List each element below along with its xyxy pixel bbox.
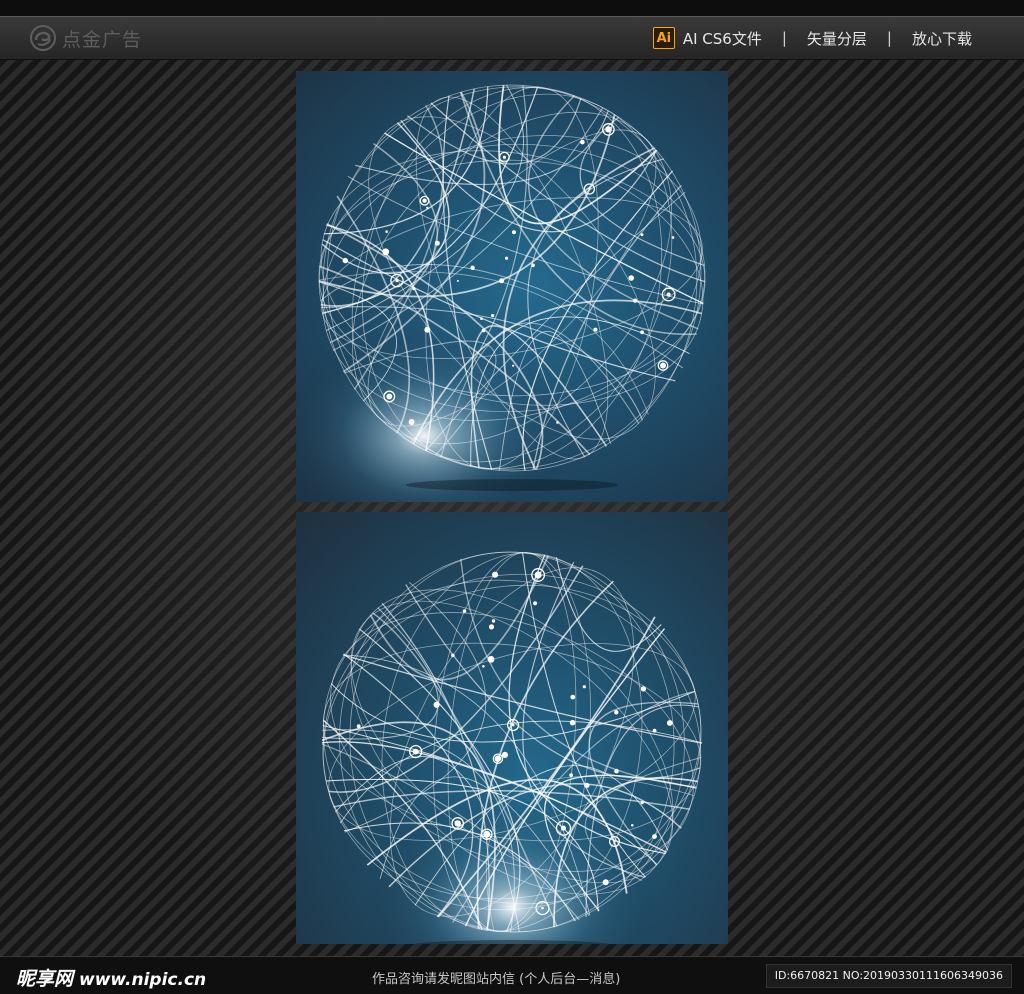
network-node (342, 257, 348, 264)
network-node (491, 314, 495, 318)
network-node (569, 719, 576, 726)
network-node (531, 263, 535, 268)
network-node (605, 126, 612, 133)
network-node (480, 317, 483, 320)
network-node (422, 198, 427, 203)
network-node (412, 748, 419, 755)
network-node (561, 825, 566, 831)
network-node (412, 287, 416, 291)
network-node (488, 624, 495, 630)
network-node (424, 326, 431, 333)
network-node (511, 723, 515, 727)
header-bar: 点金广告 Ai AI CS6文件 | 矢量分层 | 放心下载 (0, 16, 1024, 60)
network-node (534, 571, 542, 579)
feature-layers-label: 矢量分层 (806, 29, 867, 48)
preview-image-sphere-1 (296, 71, 728, 502)
network-node (633, 298, 638, 303)
network-node (487, 655, 495, 663)
network-node (640, 330, 644, 335)
logo-swirl-icon (30, 25, 56, 51)
site-brand: 昵享网 (16, 968, 74, 990)
network-node (382, 248, 390, 256)
network-node (628, 275, 634, 281)
network-line (407, 97, 582, 165)
network-node (456, 279, 459, 282)
network-node (408, 419, 415, 425)
network-node (454, 820, 461, 827)
file-info: Ai AI CS6文件 | 矢量分层 | 放心下载 (652, 25, 972, 51)
network-node (614, 768, 619, 774)
network-line (328, 565, 584, 793)
network-node (666, 720, 673, 726)
top-strip (0, 0, 1024, 16)
network-node (640, 801, 644, 805)
footer-bar: 昵享网 www.nipic.cn 作品咨询请发昵图站内信 (个人后台—消息) ID… (0, 956, 1024, 994)
nipic-watermark[interactable]: 昵享网 www.nipic.cn (16, 964, 206, 991)
network-node (533, 601, 538, 606)
network-node (512, 230, 516, 235)
network-node (492, 571, 499, 578)
network-node (541, 906, 544, 910)
network-sphere-1 (296, 84, 706, 502)
network-node (481, 328, 486, 333)
network-node (613, 840, 616, 843)
network-line (460, 558, 697, 788)
network-line (579, 116, 705, 267)
sphere-shadow (405, 479, 619, 491)
network-node (652, 728, 657, 733)
network-line (324, 86, 489, 235)
network-node (631, 824, 634, 827)
network-node (482, 665, 485, 668)
network-node (462, 609, 467, 613)
site-url: www.nipic.cn (79, 970, 207, 990)
network-node (593, 327, 598, 332)
network-node (426, 206, 429, 209)
network-sphere-2 (321, 551, 703, 944)
network-node (499, 278, 505, 284)
network-node (494, 755, 502, 762)
network-node (395, 279, 399, 283)
network-node (582, 685, 586, 689)
feature-download-label: 放心下载 (911, 29, 972, 48)
illustrator-file-icon: Ai (652, 27, 675, 49)
network-node (666, 292, 671, 297)
network-node (512, 364, 515, 367)
image-id-badge: ID:6670821 NO:20190330111606349036 (765, 964, 1012, 988)
network-node (660, 362, 666, 369)
contact-notice: 作品咨询请发昵图站内信 (个人后台—消息) (372, 972, 621, 987)
network-node (570, 694, 576, 700)
logo-text: 点金广告 (62, 28, 143, 51)
preview-image-sphere-2 (296, 512, 728, 944)
network-node (584, 782, 590, 788)
network-node (385, 230, 388, 233)
network-node (614, 710, 619, 715)
network-node (356, 724, 361, 729)
network-line (326, 84, 524, 331)
network-node (671, 236, 675, 239)
network-node (652, 834, 657, 839)
network-node (569, 773, 573, 778)
site-logo[interactable]: 点金广告 (30, 24, 142, 52)
file-type-label: AI CS6文件 (682, 29, 762, 48)
network-node (640, 686, 646, 692)
network-node (470, 265, 475, 270)
light-glow (296, 326, 574, 502)
network-line (329, 142, 439, 344)
separator: | (781, 29, 787, 47)
network-node (580, 139, 585, 145)
separator: | (886, 29, 892, 47)
network-node (451, 653, 455, 658)
network-node (640, 233, 644, 237)
network-node (504, 256, 509, 260)
network-node (386, 393, 393, 400)
network-node (433, 701, 440, 708)
network-node (556, 421, 559, 424)
network-node (602, 879, 609, 886)
network-node (491, 619, 496, 623)
network-node (588, 187, 591, 191)
network-node (502, 155, 506, 159)
network-node (434, 240, 440, 246)
network-node (483, 830, 491, 838)
